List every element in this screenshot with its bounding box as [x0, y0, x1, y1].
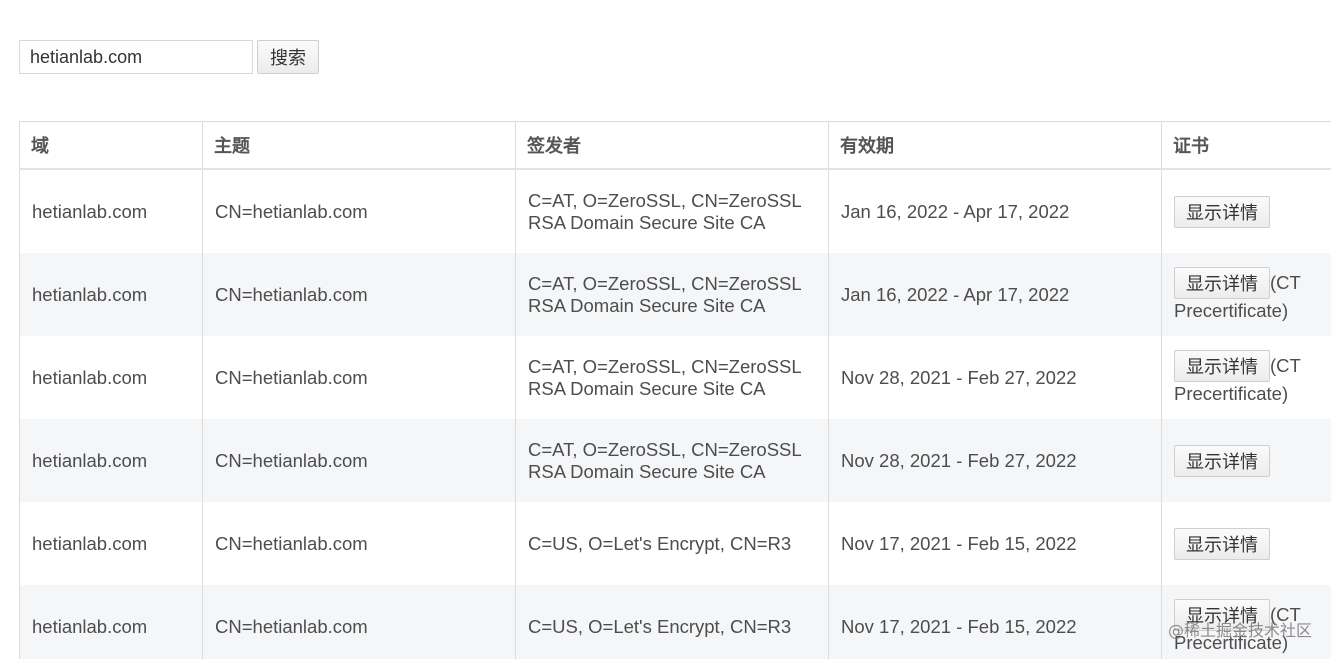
cell-validity: Nov 28, 2021 - Feb 27, 2022 [828, 419, 1162, 502]
search-button[interactable]: 搜索 [257, 40, 319, 74]
cell-validity: Jan 16, 2022 - Apr 17, 2022 [828, 253, 1162, 336]
table-row: hetianlab.com CN=hetianlab.com C=US, O=L… [19, 502, 1331, 585]
column-header-subject: 主题 [202, 121, 516, 170]
cell-domain: hetianlab.com [19, 336, 203, 419]
cell-issuer: C=AT, O=ZeroSSL, CN=ZeroSSL RSA Domain Se… [515, 169, 829, 253]
cell-validity: Jan 16, 2022 - Apr 17, 2022 [828, 169, 1162, 253]
cell-issuer: C=AT, O=ZeroSSL, CN=ZeroSSL RSA Domain Se… [515, 253, 829, 336]
table-row: hetianlab.com CN=hetianlab.com C=AT, O=Z… [19, 419, 1331, 502]
show-details-button[interactable]: 显示详情 [1174, 527, 1270, 560]
table-row: hetianlab.com CN=hetianlab.com C=AT, O=Z… [19, 253, 1331, 336]
issuer-line: RSA Domain Secure Site CA [528, 294, 766, 316]
cell-certificate: 显示详情 [1161, 169, 1331, 253]
cell-validity: Nov 17, 2021 - Feb 15, 2022 [828, 585, 1162, 659]
cell-subject: CN=hetianlab.com [202, 502, 516, 585]
cell-domain: hetianlab.com [19, 585, 203, 659]
issuer-line: RSA Domain Secure Site CA [528, 211, 766, 233]
cell-validity: Nov 17, 2021 - Feb 15, 2022 [828, 502, 1162, 585]
certificate-table-container: 域 主题 签发者 有效期 证书 hetianlab.com CN=hetianl… [19, 121, 1331, 659]
cell-domain: hetianlab.com [19, 253, 203, 336]
watermark: @稀土掘金技术社区 [1167, 621, 1312, 640]
column-header-validity: 有效期 [828, 121, 1162, 170]
cell-issuer: C=AT, O=ZeroSSL, CN=ZeroSSL RSA Domain Se… [515, 419, 829, 502]
cell-subject: CN=hetianlab.com [202, 336, 516, 419]
column-header-domain: 域 [19, 121, 203, 170]
issuer-line: C=US, O=Let's Encrypt, CN=R3 [528, 532, 792, 554]
cell-issuer: C=AT, O=ZeroSSL, CN=ZeroSSL RSA Domain Se… [515, 336, 829, 419]
cell-issuer: C=US, O=Let's Encrypt, CN=R3 [515, 585, 829, 659]
cell-subject: CN=hetianlab.com [202, 253, 516, 336]
cell-issuer: C=US, O=Let's Encrypt, CN=R3 [515, 502, 829, 585]
column-header-issuer: 签发者 [515, 121, 829, 170]
cell-subject: CN=hetianlab.com [202, 419, 516, 502]
cell-certificate: 显示详情 (CT Precertificate) [1161, 336, 1331, 419]
cell-certificate: 显示详情 (CT Precertificate) [1161, 253, 1331, 336]
cell-domain: hetianlab.com [19, 419, 203, 502]
issuer-line: C=AT, O=ZeroSSL, CN=ZeroSSL [528, 438, 802, 460]
cell-certificate: 显示详情 [1161, 419, 1331, 502]
cell-subject: CN=hetianlab.com [202, 585, 516, 659]
cell-subject: CN=hetianlab.com [202, 169, 516, 253]
show-details-button[interactable]: 显示详情 [1174, 195, 1270, 228]
search-input[interactable] [19, 40, 253, 74]
cell-domain: hetianlab.com [19, 169, 203, 253]
show-details-button[interactable]: 显示详情 [1174, 349, 1270, 382]
show-details-button[interactable]: 显示详情 [1174, 266, 1270, 299]
table-row: hetianlab.com CN=hetianlab.com C=US, O=L… [19, 585, 1331, 659]
issuer-line: C=AT, O=ZeroSSL, CN=ZeroSSL [528, 272, 802, 294]
issuer-line: C=AT, O=ZeroSSL, CN=ZeroSSL [528, 355, 802, 377]
issuer-line: RSA Domain Secure Site CA [528, 460, 766, 482]
column-header-certificate: 证书 [1161, 121, 1331, 170]
issuer-line: RSA Domain Secure Site CA [528, 377, 766, 399]
table-row: hetianlab.com CN=hetianlab.com C=AT, O=Z… [19, 169, 1331, 253]
cell-certificate: 显示详情 [1161, 502, 1331, 585]
show-details-button[interactable]: 显示详情 [1174, 444, 1270, 477]
search-bar: 搜索 [19, 40, 319, 74]
cell-domain: hetianlab.com [19, 502, 203, 585]
issuer-line: C=AT, O=ZeroSSL, CN=ZeroSSL [528, 189, 802, 211]
certificate-table: 域 主题 签发者 有效期 证书 hetianlab.com CN=hetianl… [19, 121, 1331, 659]
issuer-line: C=US, O=Let's Encrypt, CN=R3 [528, 615, 792, 637]
cell-validity: Nov 28, 2021 - Feb 27, 2022 [828, 336, 1162, 419]
table-row: hetianlab.com CN=hetianlab.com C=AT, O=Z… [19, 336, 1331, 419]
table-header-row: 域 主题 签发者 有效期 证书 [19, 121, 1331, 170]
